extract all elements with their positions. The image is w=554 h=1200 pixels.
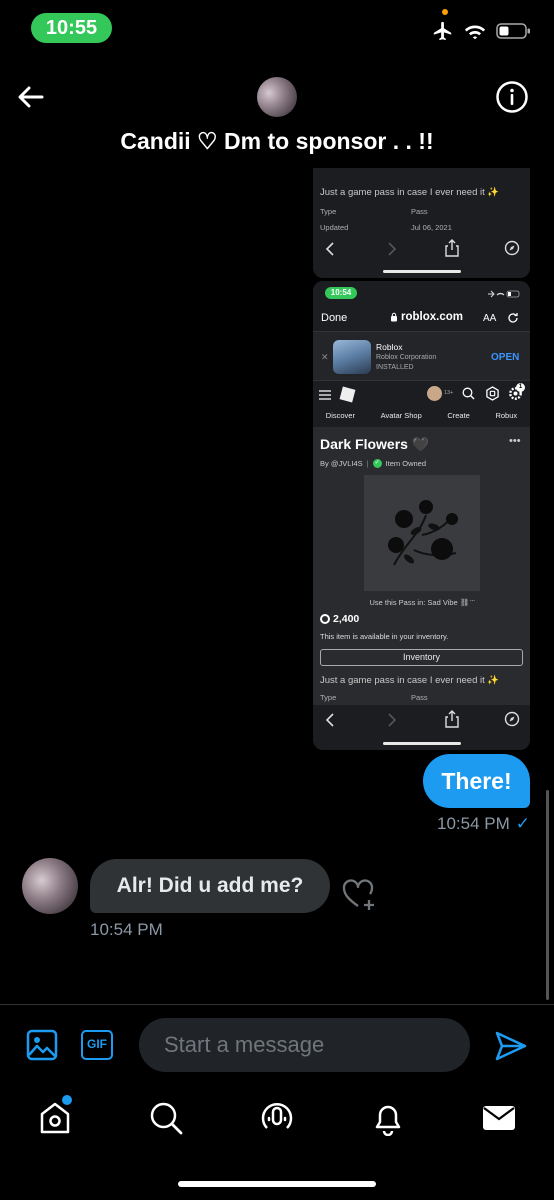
app-status: INSTALLED [376, 364, 414, 371]
privacy-indicator-dot [442, 9, 448, 15]
share-icon [445, 710, 459, 728]
robux-price-icon [320, 614, 330, 624]
conversation-avatar[interactable] [257, 77, 297, 117]
screenshot-time: 10:54 [325, 287, 357, 299]
notification-count: 1 [516, 383, 525, 392]
age-badge: 13+ [444, 390, 454, 396]
home-indicator-small [383, 270, 461, 273]
send-icon[interactable] [494, 1029, 528, 1063]
scrollbar[interactable] [546, 790, 549, 1000]
conversation-title: Candii ♡ Dm to sponsor . . !! [120, 128, 434, 154]
app-publisher: Roblox Corporation [376, 354, 437, 361]
lock-icon [391, 312, 397, 322]
sender-avatar[interactable] [22, 858, 78, 914]
home-icon[interactable] [37, 1100, 73, 1136]
price-row: 2,400 [320, 613, 359, 625]
price: 2,400 [333, 613, 360, 625]
forward-chevron-icon [388, 713, 397, 727]
updated-value: Jul 06, 2021 [411, 223, 452, 232]
battery-icon [496, 23, 530, 39]
notifications-bell-icon[interactable] [370, 1100, 406, 1136]
owned-label: Item Owned [385, 459, 427, 468]
search-icon [462, 387, 475, 400]
safari-header: 10:54 Done roblox.com AA [313, 281, 530, 331]
message-input[interactable] [139, 1018, 470, 1072]
more-options-icon: ••• [509, 435, 521, 447]
item-title: Dark Flowers 🖤 [320, 436, 430, 452]
compass-icon [504, 711, 520, 727]
robux-icon [486, 386, 499, 401]
roblox-app-icon [333, 340, 371, 374]
tab-robux: Robux [495, 411, 518, 420]
outgoing-time: 10:54 PM [436, 814, 510, 833]
compass-icon [504, 240, 520, 256]
info-icon[interactable] [495, 80, 529, 114]
status-time: 10:55 [31, 13, 112, 43]
shared-image-2[interactable]: 10:54 Done roblox.com AA ✕ Roblox Roblox… [313, 281, 530, 750]
text-size-button: AA [483, 313, 497, 324]
type-label-2: Type [320, 693, 337, 702]
roblox-tabs: Discover Avatar Shop Create Robux [313, 411, 530, 420]
messages-envelope-icon[interactable] [481, 1100, 517, 1136]
type-label: Type [320, 207, 337, 216]
back-chevron-icon [325, 713, 334, 727]
black-roses-icon [388, 500, 458, 566]
incoming-time: 10:54 PM [90, 920, 163, 939]
url-bar: roblox.com [390, 311, 463, 323]
outgoing-message[interactable]: There! [423, 754, 530, 808]
forward-chevron-icon [388, 242, 397, 256]
app-name: Roblox [376, 342, 403, 352]
sent-check-icon: ✓ [515, 814, 530, 833]
incoming-message[interactable]: Alr! Did u add me? [90, 859, 330, 913]
back-chevron-icon [325, 242, 334, 256]
roblox-logo [339, 386, 356, 403]
type-value-2: Pass [411, 693, 428, 702]
item-thumbnail [364, 475, 480, 591]
share-icon [445, 239, 459, 257]
home-indicator[interactable] [178, 1181, 376, 1187]
updated-label: Updated [320, 223, 349, 232]
status-icons-small [488, 290, 520, 298]
creator-row: By @JVLI4S | ✓ Item Owned [320, 459, 426, 468]
gif-button[interactable]: GIF [81, 1030, 113, 1060]
safari-toolbar-2 [313, 705, 530, 739]
safari-toolbar [313, 232, 530, 266]
inventory-note: This item is available in your inventory… [320, 632, 449, 641]
item-panel: Dark Flowers 🖤 ••• By @JVLI4S | ✓ Item O… [313, 427, 530, 705]
profile-avatar [427, 386, 442, 401]
tab-create: Create [447, 411, 470, 420]
menu-icon [319, 390, 331, 400]
owned-check-icon: ✓ [372, 459, 382, 468]
home-notification-dot [62, 1095, 72, 1105]
composer: GIF [0, 1004, 554, 1084]
open-app-button: OPEN [491, 352, 520, 363]
close-banner-icon: ✕ [321, 352, 329, 362]
search-icon[interactable] [148, 1100, 184, 1136]
reload-icon [508, 313, 518, 323]
tab-discover: Discover [325, 411, 355, 420]
separator: | [366, 459, 369, 468]
url-text: roblox.com [401, 311, 463, 323]
app-banner: ✕ Roblox Roblox Corporation INSTALLED OP… [313, 331, 530, 381]
type-value: Pass [411, 207, 428, 216]
airplane-icon [433, 21, 452, 41]
pass-description-2: Just a game pass in case I ever need it … [320, 675, 500, 686]
tab-avatar-shop: Avatar Shop [380, 411, 422, 420]
wifi-icon [464, 25, 486, 40]
outgoing-meta: 10:54 PM ✓ [437, 814, 530, 834]
back-arrow-icon[interactable] [14, 80, 48, 114]
spaces-icon[interactable] [259, 1100, 295, 1136]
roblox-nav: 13+ 1 [313, 381, 530, 427]
inventory-button: Inventory [320, 649, 523, 666]
status-bar: 10:55 [0, 0, 554, 60]
use-pass-line: Use this Pass in: Sad Vibe ⛓ ̈ ̈ [369, 598, 474, 607]
pass-description: Just a game pass in case I ever need it … [320, 187, 500, 198]
done-button: Done [321, 312, 348, 324]
shared-image-1[interactable]: Just a game pass in case I ever need it … [313, 168, 530, 278]
creator-line: By @JVLI4S [320, 459, 363, 468]
heart-plus-icon[interactable] [340, 874, 380, 914]
status-icons [432, 20, 532, 42]
home-indicator-small [383, 742, 461, 745]
image-icon[interactable] [26, 1029, 58, 1061]
